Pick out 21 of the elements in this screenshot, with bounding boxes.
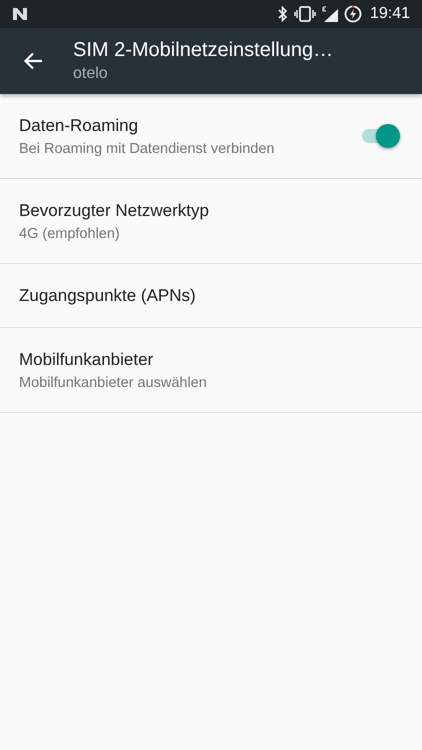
setting-title: Daten-Roaming xyxy=(19,116,138,136)
setting-title: Zugangspunkte (APNs) xyxy=(19,286,196,306)
setting-title: Bevorzugter Netzwerktyp xyxy=(19,200,209,220)
toggle-switch[interactable] xyxy=(362,124,400,148)
notification-icon xyxy=(12,7,28,21)
setting-summary: 4G (empfohlen) xyxy=(19,226,120,242)
setting-summary: Bei Roaming mit Datendienst verbinden xyxy=(19,140,274,156)
setting-summary: Mobilfunkanbieter auswählen xyxy=(19,374,207,390)
settings-item[interactable]: Bevorzugter Netzwerktyp 4G (empfohlen) xyxy=(0,179,422,264)
settings-item[interactable]: Daten-Roaming Bei Roaming mit Datendienst verbinden xyxy=(0,94,422,179)
signal-icon xyxy=(322,6,338,22)
screen-title: SIM 2-Mobilnetzeinstellung… xyxy=(73,39,334,62)
bluetooth-icon xyxy=(278,6,288,22)
vibrate-icon xyxy=(294,6,316,22)
settings-item[interactable]: Zugangspunkte (APNs) xyxy=(0,264,422,328)
settings-item[interactable]: Mobilfunkanbieter Mobilfunkanbieter auswählen xyxy=(0,328,422,413)
back-arrow-icon[interactable] xyxy=(23,52,43,70)
clock-time: 19:41 xyxy=(370,5,410,23)
setting-title: Mobilfunkanbieter xyxy=(19,350,154,370)
battery-charging-icon xyxy=(344,5,362,23)
screen-subtitle: otelo xyxy=(73,65,108,83)
